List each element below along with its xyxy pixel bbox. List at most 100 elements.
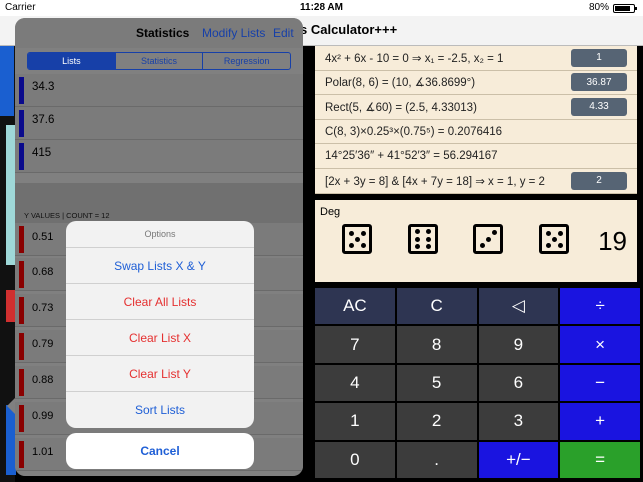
clear-list-y-option[interactable]: Clear List Y: [66, 356, 254, 392]
result-row[interactable]: C(8, 3)×0.25³×(0.75⁵) = 0.2076416: [315, 120, 637, 145]
y-value: 0.73: [32, 302, 54, 314]
die-pip: [360, 230, 366, 236]
popover-arrow: [7, 398, 15, 414]
background-blue-block: [0, 46, 14, 116]
result-expression: C(8, 3)×0.25³×(0.75⁵) = 0.2076416: [325, 125, 503, 138]
y-value: 1.01: [32, 446, 54, 458]
negate-key[interactable]: +/−: [478, 441, 559, 478]
x-value-row[interactable]: 34.3: [15, 74, 303, 107]
y-series-marker: [19, 297, 24, 324]
result-badge[interactable]: 4.33: [571, 97, 627, 116]
battery-icon: [613, 4, 637, 13]
digit-8-key[interactable]: 8: [396, 326, 477, 363]
result-expression: [2x + 3y = 8] & [4x + 7y = 18] ⇒ x = 1, …: [325, 175, 545, 188]
die-icon[interactable]: [539, 224, 569, 254]
options-action-sheet: Options Swap Lists X & Y Clear All Lists C…: [66, 221, 254, 428]
clear-key[interactable]: C: [396, 288, 477, 325]
tab-regression[interactable]: Regression: [203, 53, 290, 69]
divide-key[interactable]: ÷: [560, 288, 640, 325]
digit-5-key[interactable]: 5: [396, 364, 477, 402]
clear-all-lists-option[interactable]: Clear All Lists: [66, 284, 254, 320]
y-series-marker: [19, 333, 24, 360]
y-series-marker: [19, 226, 24, 253]
modify-lists-button[interactable]: Modify Lists: [202, 26, 265, 40]
subtract-key[interactable]: −: [560, 364, 640, 402]
swap-lists-x-y-option[interactable]: Swap Lists X & Y: [66, 248, 254, 284]
digit-9-key[interactable]: 9: [478, 326, 559, 363]
y-value: 0.99: [32, 410, 54, 422]
x-value: 37.6: [32, 114, 55, 126]
digit-0-key[interactable]: 0: [315, 441, 395, 478]
battery-percent: 80%: [588, 2, 609, 13]
status-bar: Carrier 11:28 AM 80%: [0, 0, 643, 16]
digit-7-key[interactable]: 7: [315, 326, 395, 363]
die-pip: [414, 236, 420, 242]
die-icon[interactable]: [473, 224, 503, 254]
digit-1-key[interactable]: 1: [315, 403, 395, 440]
die-pip: [348, 230, 354, 236]
x-value-row[interactable]: 37.6: [15, 107, 303, 140]
clock: 11:28 AM: [300, 2, 343, 13]
y-series-marker: [19, 441, 24, 468]
die-pip: [426, 236, 432, 242]
x-value: 34.3: [32, 81, 55, 93]
tab-statistics[interactable]: Statistics: [116, 53, 204, 69]
die-pip: [485, 236, 491, 242]
tab-lists[interactable]: Lists: [28, 53, 116, 69]
clear-list-x-option[interactable]: Clear List X: [66, 320, 254, 356]
y-value: 0.79: [32, 338, 54, 350]
statistics-title: Statistics: [136, 26, 190, 40]
sort-lists-option[interactable]: Sort Lists: [66, 392, 254, 428]
segmented-control: Lists Statistics Regression: [27, 52, 291, 70]
digit-2-key[interactable]: 2: [396, 403, 477, 440]
carrier-label: Carrier: [5, 2, 36, 13]
multiply-key[interactable]: ×: [560, 326, 640, 363]
digit-4-key[interactable]: 4: [315, 364, 395, 402]
die-pip: [551, 236, 557, 242]
result-badge[interactable]: 1: [571, 48, 627, 67]
result-badge[interactable]: 36.87: [571, 73, 627, 92]
die-pip: [491, 229, 497, 235]
die-pip: [545, 242, 551, 248]
result-expression: 14°25′36″ + 41°52′3″ = 56.294167: [325, 150, 498, 163]
result-expression: 4x² + 6x - 10 = 0 ⇒ x₁ = -2.5, x₂ = 1: [325, 52, 504, 65]
result-badge[interactable]: 2: [571, 171, 627, 190]
y-series-marker: [19, 405, 24, 432]
die-pip: [426, 243, 432, 249]
cancel-button[interactable]: Cancel: [66, 433, 254, 469]
die-pip: [426, 229, 432, 235]
digit-6-key[interactable]: 6: [478, 364, 559, 402]
die-icon[interactable]: [342, 224, 372, 254]
x-series-marker: [19, 77, 24, 104]
decimal-key[interactable]: .: [396, 441, 477, 478]
result-row[interactable]: 14°25′36″ + 41°52′3″ = 56.294167: [315, 144, 637, 169]
result-expression: Rect(5, ∡60) = (2.5, 4.33013): [325, 101, 477, 114]
dice-panel: Deg 19: [315, 200, 637, 282]
die-pip: [479, 243, 485, 249]
all-clear-key[interactable]: AC: [315, 288, 395, 325]
result-row[interactable]: Rect(5, ∡60) = (2.5, 4.33013) 4.33: [315, 95, 637, 120]
die-icon[interactable]: [408, 224, 438, 254]
add-key[interactable]: +: [560, 403, 640, 440]
x-series-marker: [19, 143, 24, 170]
y-value: 0.88: [32, 374, 54, 386]
result-row[interactable]: 4x² + 6x - 10 = 0 ⇒ x₁ = -2.5, x₂ = 1 1: [315, 46, 637, 71]
x-value-row[interactable]: 415: [15, 140, 303, 173]
die-pip: [557, 242, 563, 248]
die-pip: [557, 230, 563, 236]
backspace-key[interactable]: ◁: [478, 288, 559, 325]
x-series-marker: [19, 110, 24, 137]
dice-sum: 19: [598, 226, 627, 256]
angle-mode-label[interactable]: Deg: [320, 206, 340, 218]
die-pip: [414, 229, 420, 235]
result-row[interactable]: Polar(8, 6) = (10, ∡36.8699°) 36.87: [315, 71, 637, 96]
die-pip: [354, 236, 360, 242]
equals-key[interactable]: =: [560, 441, 640, 478]
result-row[interactable]: [2x + 3y = 8] & [4x + 7y = 18] ⇒ x = 1, …: [315, 169, 637, 194]
statistics-header: Statistics Modify Lists Edit: [15, 18, 303, 48]
edit-button[interactable]: Edit: [273, 26, 294, 40]
die-pip: [545, 230, 551, 236]
app-title: s Calculator+++: [300, 22, 398, 37]
result-expression: Polar(8, 6) = (10, ∡36.8699°): [325, 77, 476, 90]
digit-3-key[interactable]: 3: [478, 403, 559, 440]
